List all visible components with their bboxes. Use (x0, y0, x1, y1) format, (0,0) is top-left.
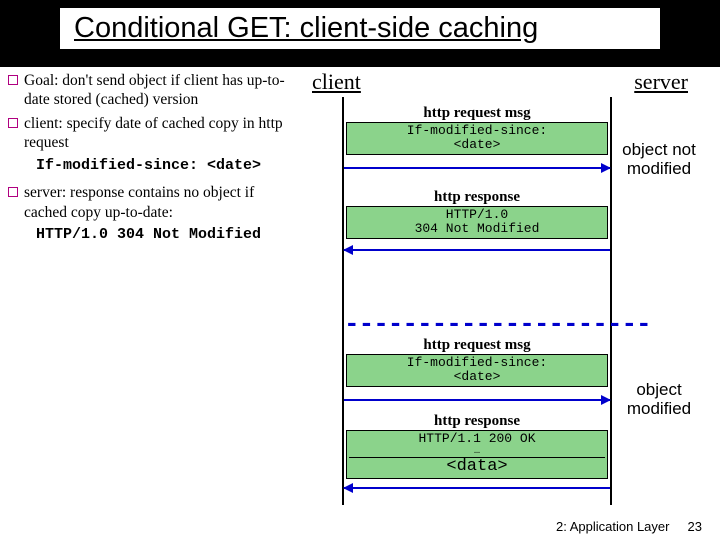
content-area: Goal: don't send object if client has up… (0, 67, 720, 245)
bullet-square-icon (8, 118, 18, 128)
response-2: http response HTTP/1.1 200 OK … <data> (346, 413, 608, 479)
server-header: server (634, 69, 688, 95)
msg-body: If-modified-since: <date> (346, 122, 608, 155)
bullet-square-icon (8, 187, 18, 197)
arrow-right-icon (344, 167, 610, 169)
bullet-goal: Goal: don't send object if client has up… (8, 71, 292, 110)
msg-line: HTTP/1.1 200 OK (349, 432, 605, 446)
arrow-left-icon (344, 249, 610, 251)
label-not-modified: object not modified (618, 141, 700, 178)
msg-title: http response (346, 189, 608, 206)
response-1: http response HTTP/1.0 304 Not Modified (346, 189, 608, 239)
footer-page-number: 23 (688, 519, 702, 534)
request-2: http request msg If-modified-since: <dat… (346, 337, 608, 387)
server-lifeline (610, 97, 612, 505)
client-lifeline (342, 97, 344, 505)
msg-line: If-modified-since: (349, 124, 605, 138)
client-header: client (312, 69, 361, 95)
bullet-text: client: specify date of cached copy in h… (24, 114, 292, 153)
title-bar: Conditional GET: client-side caching (0, 0, 720, 67)
msg-title: http request msg (346, 337, 608, 354)
msg-line: 304 Not Modified (349, 222, 605, 236)
msg-body: If-modified-since: <date> (346, 354, 608, 387)
msg-title: http request msg (346, 105, 608, 122)
msg-line: <data> (349, 457, 605, 477)
msg-line: <date> (349, 370, 605, 384)
msg-body: HTTP/1.1 200 OK … <data> (346, 430, 608, 479)
arrow-left-icon (344, 487, 610, 489)
msg-line: … (349, 446, 605, 457)
diagram-area: client server http request msg If-modifi… (298, 71, 712, 245)
bullet-text: server: response contains no object if c… (24, 183, 292, 222)
left-column: Goal: don't send object if client has up… (8, 71, 298, 245)
divider-dashes: --------------------- (344, 309, 651, 339)
code-if-modified: If-modified-since: <date> (36, 157, 292, 176)
arrow-right-icon (344, 399, 610, 401)
msg-line: <date> (349, 138, 605, 152)
label-modified: object modified (618, 381, 700, 418)
msg-line: If-modified-since: (349, 356, 605, 370)
msg-body: HTTP/1.0 304 Not Modified (346, 206, 608, 239)
request-1: http request msg If-modified-since: <dat… (346, 105, 608, 155)
slide-title: Conditional GET: client-side caching (60, 8, 660, 49)
bullet-square-icon (8, 75, 18, 85)
bullet-server: server: response contains no object if c… (8, 183, 292, 222)
bullet-client: client: specify date of cached copy in h… (8, 114, 292, 153)
slide-footer: 2: Application Layer 23 (556, 519, 702, 534)
msg-title: http response (346, 413, 608, 430)
msg-line: HTTP/1.0 (349, 208, 605, 222)
footer-chapter: 2: Application Layer (556, 519, 669, 534)
code-304: HTTP/1.0 304 Not Modified (36, 226, 292, 245)
bullet-text: Goal: don't send object if client has up… (24, 71, 292, 110)
